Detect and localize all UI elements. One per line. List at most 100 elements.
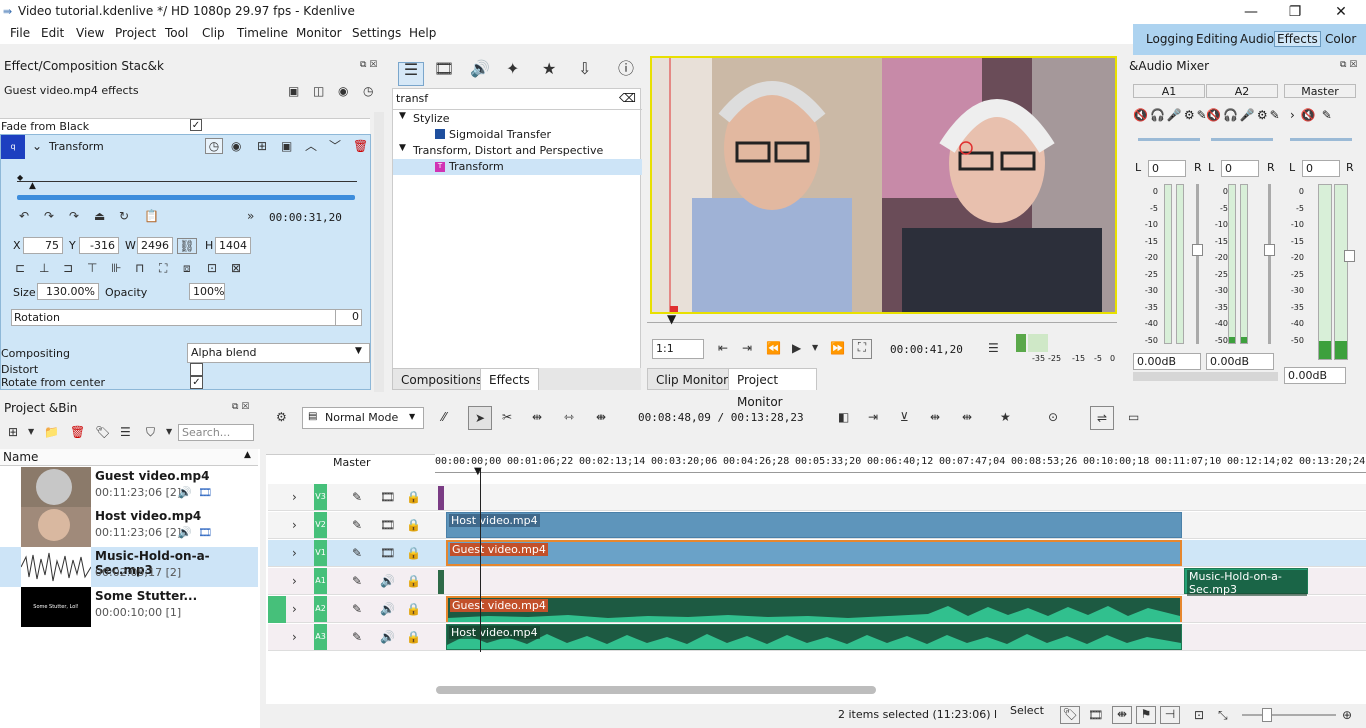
set-in-icon[interactable]: ⇤ [718, 341, 728, 355]
razor-mode-icon[interactable]: ⁄⁄ [442, 410, 446, 424]
menu-settings[interactable]: Settings [352, 26, 401, 40]
select-tool-icon[interactable]: ➤ [468, 406, 492, 430]
master-track-label[interactable]: Master [333, 456, 371, 469]
crop-icon[interactable]: ⛶ [852, 339, 872, 359]
spacer-tool-icon[interactable]: ⇹ [532, 410, 542, 424]
video-icon[interactable]: 🎞 [198, 526, 212, 539]
fit-width-icon[interactable]: ⧈ [183, 261, 191, 275]
tab-effects[interactable]: Effects [480, 368, 539, 390]
master-volume-handle[interactable] [1344, 250, 1355, 262]
keyframe-position-bar[interactable] [17, 195, 355, 200]
a2-volume-slider[interactable] [1268, 184, 1271, 344]
distort-checkbox[interactable] [190, 363, 203, 376]
track-label-a1[interactable]: A1 [314, 568, 327, 594]
layout-effects[interactable]: Effects [1274, 31, 1321, 47]
track-label-a2[interactable]: A2 [314, 596, 327, 622]
chevron-down-icon[interactable]: ▼ [166, 425, 172, 439]
audio-icon[interactable]: 🔊 [380, 630, 395, 644]
original-size-icon[interactable]: ⊠ [231, 261, 241, 275]
effect-sigmoidal-transfer[interactable]: Sigmoidal Transfer [449, 128, 551, 141]
timeline-scrollbar[interactable] [436, 686, 876, 694]
effect-timecode[interactable]: 00:00:31,20 [269, 211, 342, 224]
lock-icon[interactable]: 🔒 [406, 630, 421, 644]
save-effect-icon[interactable]: ▣ [288, 84, 299, 98]
list-item[interactable]: Guest video.mp4 00:11:23;06 [2] 🔊 🎞 [0, 467, 258, 507]
a1-volume-handle[interactable] [1192, 244, 1203, 256]
lock-icon[interactable]: 🔒 [406, 490, 421, 504]
video-icon[interactable]: 🎞 [380, 546, 395, 560]
audio-thumb-icon[interactable]: ⇼ [1112, 706, 1132, 724]
lift-icon[interactable]: ⇹ [962, 410, 972, 424]
favorite-icon[interactable]: ★ [1000, 410, 1011, 424]
expand-track-icon[interactable]: › [292, 546, 297, 560]
zoom-dropdown[interactable]: 1:1 [652, 339, 704, 359]
master-db-value[interactable]: 0.00dB [1284, 367, 1346, 384]
move-down-icon[interactable]: ﹀ [329, 139, 341, 153]
link-ratio-icon[interactable]: ⛓ [177, 238, 197, 254]
expand-track-icon[interactable]: › [292, 490, 297, 504]
title-clip[interactable] [438, 486, 444, 510]
more-icon[interactable]: » [247, 209, 254, 223]
menu-timeline[interactable]: Timeline [237, 26, 288, 40]
fade-checkbox[interactable]: ✓ [190, 119, 202, 131]
tag-icon[interactable]: 🏷 [1060, 706, 1080, 724]
thumbnail-icon[interactable]: 🎞 [1088, 708, 1103, 722]
list-item[interactable]: Some Stutter, Lol! Some Stutter... 00:00… [0, 587, 258, 627]
opacity-field[interactable]: 100% [189, 283, 225, 300]
a2-channel-controls[interactable]: 🔇🎧🎤⚙✎ [1206, 108, 1282, 122]
menu-clip[interactable]: Clip [202, 26, 225, 40]
a1-balance[interactable]: 0 [1148, 160, 1186, 177]
size-field[interactable]: 130.00% [37, 283, 99, 300]
menu-tool[interactable]: Tool [165, 26, 188, 40]
timeline-clip-host-video[interactable]: Host video.mp4 [446, 512, 1182, 538]
expand-track-icon[interactable]: › [292, 602, 297, 616]
rotate-center-checkbox[interactable]: ✓ [190, 376, 203, 389]
video-effects-icon[interactable]: 🎞 [434, 61, 454, 77]
expand-track-icon[interactable]: › [292, 574, 297, 588]
layout-color[interactable]: Color [1325, 32, 1356, 46]
a1-db-value[interactable]: 0.00dB [1133, 353, 1201, 370]
master-channel-controls[interactable]: ›🔇✎ [1290, 108, 1338, 122]
menu-edit[interactable]: Edit [41, 26, 64, 40]
info-icon[interactable]: ⓘ [618, 61, 634, 77]
chevron-down-icon[interactable]: ▼ [28, 425, 34, 439]
maximize-button[interactable]: ❐ [1280, 2, 1310, 22]
clear-search-icon[interactable]: ⌫ [619, 91, 636, 105]
timeline-clip-music[interactable]: Music-Hold-on-a-Sec.mp3 [1184, 568, 1308, 596]
monitor-timecode[interactable]: 00:00:41,20 [890, 343, 963, 356]
tab-compositions[interactable]: Compositions [392, 368, 492, 390]
audio-icon[interactable]: 🔊 [178, 526, 192, 539]
master-pan-slider[interactable] [1290, 138, 1352, 141]
tag-icon[interactable]: 🏷 [95, 425, 110, 439]
overwrite-icon[interactable]: ⊻ [900, 410, 909, 424]
slip-tool-icon[interactable]: ⇼ [596, 410, 606, 424]
move-up-icon[interactable]: ︿ [305, 139, 317, 153]
ripple-tool-icon[interactable]: ⇿ [564, 410, 574, 424]
group-icon[interactable]: ⊞ [257, 139, 267, 153]
effect-icon[interactable]: ✎ [352, 630, 362, 644]
eye-icon[interactable]: ◉ [231, 139, 241, 153]
dock-buttons[interactable]: ⧉ ☒ [1340, 60, 1357, 70]
prev-keyframe-icon[interactable]: ↶ [19, 209, 29, 223]
add-clip-icon[interactable]: ⊞ [8, 425, 18, 439]
timeline-settings-icon[interactable]: ⚙ [276, 410, 287, 424]
effect-icon[interactable]: ✎ [352, 518, 362, 532]
menu-icon[interactable]: ☰ [988, 341, 999, 355]
track-target-indicator[interactable] [268, 596, 286, 623]
audio-effects-icon[interactable]: 🔊 [470, 61, 490, 77]
layout-logging[interactable]: Logging [1146, 32, 1194, 46]
a2-pan-slider[interactable] [1211, 138, 1273, 141]
mixer-toggle-icon[interactable]: ⇌ [1090, 406, 1114, 430]
timeline-playhead[interactable] [480, 468, 481, 652]
effect-icon[interactable]: ✎ [352, 602, 362, 616]
audio-icon[interactable]: 🔊 [380, 602, 395, 616]
video-icon[interactable]: 🎞 [380, 490, 395, 504]
sort-icon[interactable]: ▲ [244, 450, 251, 460]
w-field[interactable]: 2496 [137, 237, 173, 254]
keyframe-ruler[interactable] [17, 181, 357, 182]
align-top-icon[interactable]: ⊤ [87, 261, 97, 275]
expand-icon[interactable]: ▼ [399, 111, 406, 121]
track-label-v3[interactable]: V3 [314, 484, 327, 510]
align-right-icon[interactable]: ⊐ [63, 261, 73, 275]
y-field[interactable]: -316 [79, 237, 119, 254]
